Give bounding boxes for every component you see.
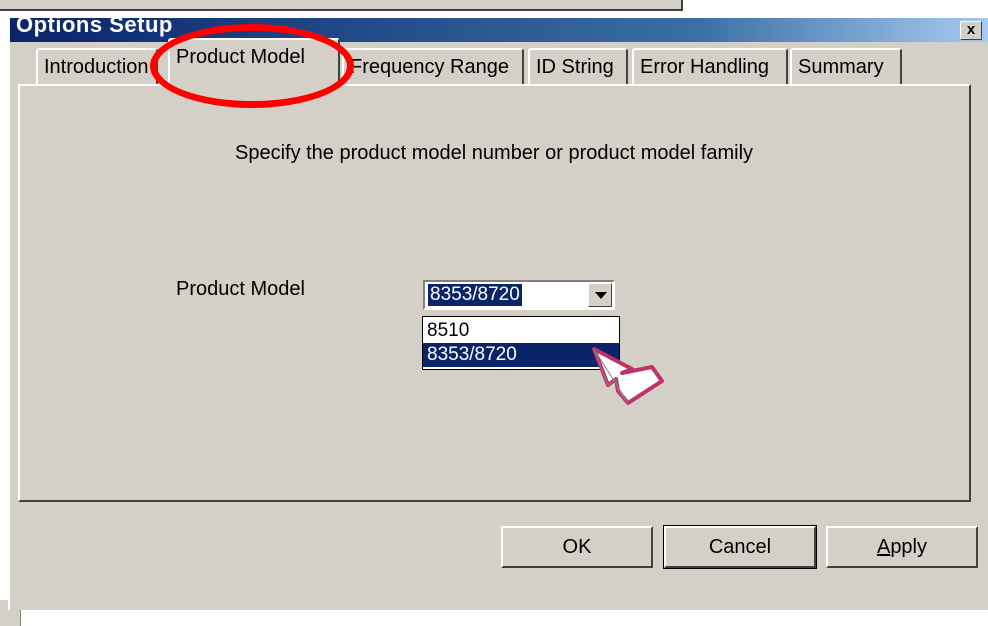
tab-label: Introduction — [44, 56, 149, 78]
apply-button-label: Apply — [876, 536, 928, 558]
tab-id-string[interactable]: ID String — [528, 48, 628, 84]
tab-error-handling[interactable]: Error Handling — [632, 48, 788, 84]
product-model-label: Product Model — [176, 278, 305, 300]
combobox-value: 8353/8720 — [428, 284, 522, 306]
tab-label: Frequency Range — [350, 56, 509, 78]
close-icon: x — [966, 21, 976, 38]
hand-pointer-arrow-icon — [592, 347, 664, 405]
dropdown-arrow-button[interactable] — [588, 283, 612, 307]
dialog-title: Options Setup — [16, 12, 173, 37]
close-button[interactable]: x — [960, 21, 982, 40]
title-bar[interactable]: Options Setup x — [10, 12, 988, 42]
background-window-fragment — [0, 0, 683, 11]
highlight-circle-annotation — [150, 24, 354, 108]
apply-button[interactable]: Apply — [826, 526, 978, 568]
product-model-combobox[interactable]: 8353/8720 — [423, 280, 615, 310]
tab-label: ID String — [536, 56, 614, 78]
ok-button[interactable]: OK — [501, 526, 653, 568]
cancel-button-label: Cancel — [708, 536, 772, 558]
tab-summary[interactable]: Summary — [790, 48, 902, 84]
instruction-text: Specify the product model number or prod… — [234, 142, 754, 164]
tab-label: Summary — [798, 56, 884, 78]
cancel-button[interactable]: Cancel — [663, 525, 817, 569]
tab-introduction[interactable]: Introduction — [36, 48, 158, 84]
tab-frequency-range[interactable]: Frequency Range — [342, 48, 524, 84]
ok-button-label: OK — [562, 536, 592, 558]
tab-label: Error Handling — [640, 56, 769, 78]
dropdown-option-8510[interactable]: 8510 — [423, 319, 619, 343]
